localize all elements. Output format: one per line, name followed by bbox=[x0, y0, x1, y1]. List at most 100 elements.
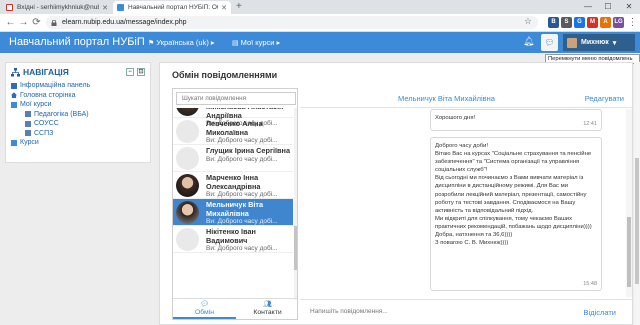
contact-item[interactable]: Левченко Аліна Миколаївна Ви: Доброго ча… bbox=[173, 118, 293, 145]
reload-icon[interactable]: ⟳ bbox=[30, 16, 43, 29]
avatar bbox=[567, 37, 577, 48]
nav-item-label: ССПЗ bbox=[34, 129, 54, 137]
users-icon: 👥︎ bbox=[263, 301, 272, 308]
graduation-cap-icon: ▤ bbox=[232, 39, 239, 47]
extension-icon[interactable]: B bbox=[548, 17, 559, 28]
navigation-title: НАВІГАЦІЯ bbox=[23, 67, 69, 77]
nav-item-label: Мої курси bbox=[20, 101, 52, 108]
sitemap-icon bbox=[11, 67, 20, 76]
course-icon bbox=[25, 120, 31, 127]
back-arrow-icon[interactable]: ← bbox=[4, 16, 17, 29]
extension-icon[interactable]: S bbox=[561, 17, 572, 28]
nav-item-home[interactable]: Головна сторінка bbox=[11, 91, 145, 101]
nav-item-courses[interactable]: Курси bbox=[11, 138, 145, 148]
conversation-header: Мельничук Віта Михайлівна Редагувати bbox=[300, 88, 634, 108]
scrollbar-thumb[interactable] bbox=[627, 217, 631, 287]
send-button[interactable]: Відіслати bbox=[584, 308, 616, 317]
flag-icon: ⚑ bbox=[148, 39, 155, 47]
scrollbar-thumb[interactable] bbox=[294, 226, 297, 270]
close-tab-icon[interactable]: ✕ bbox=[221, 4, 227, 12]
message-text: Хорошого дня! bbox=[435, 115, 476, 121]
extension-icon[interactable]: M bbox=[587, 17, 598, 28]
edit-button[interactable]: Редагувати bbox=[585, 94, 624, 103]
close-window-button[interactable]: ✕ bbox=[619, 0, 639, 14]
conversation-scrollbar[interactable] bbox=[626, 109, 632, 297]
navigation-header: НАВІГАЦІЯ − ⊡ bbox=[11, 67, 145, 77]
address-bar[interactable]: elearn.nubip.edu.ua/message/index.php ☆ bbox=[46, 16, 538, 29]
caret-down-icon: ▾ bbox=[612, 39, 617, 47]
bookmark-star-icon[interactable]: ☆ bbox=[524, 16, 532, 27]
nav-item-course-sspz[interactable]: ССПЗ bbox=[11, 129, 145, 139]
page-scrollbar[interactable] bbox=[634, 62, 640, 325]
extension-icon[interactable]: A bbox=[600, 17, 611, 28]
browser-tab-strip: Вхідні - serhiimykhniuk@nubip... ✕ Навча… bbox=[0, 0, 640, 14]
scrollbar-thumb[interactable] bbox=[635, 158, 639, 284]
contact-name: Мельничук Віта Михайлівна bbox=[206, 200, 264, 218]
avatar bbox=[176, 108, 199, 116]
message-bubble: Хорошого дня! 12:41 bbox=[430, 109, 602, 131]
my-courses-menu[interactable]: ▤ Мої курси ▸ bbox=[232, 38, 280, 47]
gmail-icon bbox=[6, 4, 13, 11]
user-menu[interactable]: Михнюк ▾ bbox=[563, 34, 635, 51]
contacts-tabs: 💬︎ Обмін 👥︎ Контакти bbox=[173, 298, 297, 319]
maximize-button[interactable]: ☐ bbox=[598, 0, 618, 14]
contacts-scrollbar[interactable] bbox=[294, 108, 297, 300]
nav-item-label: СОУСС bbox=[34, 120, 59, 127]
contact-preview: Ви: Доброго часу добі... bbox=[206, 218, 278, 225]
contact-preview: Ви: Доброго часу добі... bbox=[206, 191, 278, 198]
message-bubble: Доброго часу доби! Вітаю Вас на курсах "… bbox=[430, 137, 602, 291]
avatar bbox=[176, 120, 199, 143]
messaging-region: Обмін повідомленнями Шукати повідомлення… bbox=[159, 62, 634, 325]
folder-icon bbox=[11, 139, 17, 146]
nav-item-my-courses[interactable]: Мої курси bbox=[11, 100, 145, 110]
tab-messages[interactable]: 💬︎ Обмін bbox=[173, 299, 236, 319]
message-text: Доброго часу доби! Вітаю Вас на курсах "… bbox=[435, 143, 592, 247]
bell-icon[interactable]: 🔔︎ bbox=[523, 36, 534, 47]
close-tab-icon[interactable]: ✕ bbox=[102, 4, 108, 12]
contact-name: Глущик Ірина Сергіївна bbox=[206, 146, 291, 155]
language-menu[interactable]: ⚑ Українська (uk) ▸ bbox=[148, 38, 215, 47]
new-tab-button[interactable]: + bbox=[236, 1, 242, 12]
nav-item-label: Педагогіка (ВБА) bbox=[34, 110, 89, 118]
home-icon bbox=[11, 92, 17, 99]
site-navbar: Навчальний портал НУБіП ⚑ Українська (uk… bbox=[0, 32, 640, 53]
contact-preview: Ви: Доброго часу добі... bbox=[206, 155, 278, 163]
navigation-block: НАВІГАЦІЯ − ⊡ Інформаційна панель Головн… bbox=[5, 62, 151, 163]
collapse-block-icon[interactable]: − bbox=[126, 68, 134, 76]
message-input[interactable]: Напишіть повідомлення... bbox=[306, 305, 564, 318]
browser-tab-portal[interactable]: Навчальний портал НУБіП: Обм ✕ bbox=[113, 1, 231, 14]
nav-item-label: Інформаційна панель bbox=[20, 82, 91, 89]
conversation-contact-name[interactable]: Мельничук Віта Михайлівна bbox=[398, 94, 495, 103]
contact-item[interactable]: Глущик Ірина Сергіївна Ви: Доброго часу … bbox=[173, 145, 293, 172]
messages-toggle-button[interactable]: 💬︎ bbox=[541, 34, 558, 51]
browser-tab-gmail[interactable]: Вхідні - serhiimykhniuk@nubip... ✕ bbox=[2, 1, 112, 14]
contact-item[interactable]: Нікітенко Іван Вадимович Ви: Доброго час… bbox=[173, 226, 293, 253]
nav-item-course-souss[interactable]: СОУСС bbox=[11, 119, 145, 129]
contact-item[interactable]: Миколаєва Анастасія Андріївна Ви: Доброг… bbox=[173, 108, 293, 127]
dock-block-icon[interactable]: ⊡ bbox=[137, 68, 145, 76]
course-icon bbox=[25, 130, 31, 137]
search-input[interactable]: Шукати повідомлення bbox=[176, 92, 296, 105]
message-composer: Напишіть повідомлення... Відіслати bbox=[300, 299, 634, 325]
contact-preview: Ви: Доброго часу добі... bbox=[206, 245, 278, 252]
minimize-button[interactable]: — bbox=[578, 0, 598, 14]
tab-contacts[interactable]: 👥︎ Контакти bbox=[236, 299, 297, 319]
tab-label: Контакти bbox=[253, 309, 282, 316]
contact-item-selected[interactable]: Мельничук Віта Михайлівна Ви: Доброго ча… bbox=[173, 199, 293, 226]
profile-avatar-icon[interactable]: LG bbox=[613, 17, 624, 28]
nav-item-course-pedagogy[interactable]: Педагогіка (ВБА) bbox=[11, 110, 145, 120]
navigation-list: Інформаційна панель Головна сторінка Мої… bbox=[11, 81, 145, 148]
nav-item-dashboard[interactable]: Інформаційна панель bbox=[11, 81, 145, 91]
tab-title: Навчальний портал НУБіП: Обм bbox=[128, 4, 219, 11]
extension-icon[interactable]: G bbox=[574, 17, 585, 28]
dashboard-icon bbox=[11, 82, 17, 89]
contact-preview: Ви: Доброго часу добі... bbox=[206, 137, 278, 144]
lock-icon bbox=[51, 19, 57, 26]
message-time: 15:48 bbox=[583, 280, 597, 287]
site-brand-link[interactable]: Навчальний портал НУБіП bbox=[9, 36, 145, 48]
contact-item[interactable]: Марченко Інна Олександрівна Ви: Доброго … bbox=[173, 172, 293, 199]
contact-name: Марченко Інна Олександрівна bbox=[206, 173, 261, 191]
avatar bbox=[176, 228, 199, 251]
browser-menu-icon[interactable]: ⋮ bbox=[626, 16, 639, 29]
forward-arrow-icon[interactable]: → bbox=[17, 16, 30, 29]
